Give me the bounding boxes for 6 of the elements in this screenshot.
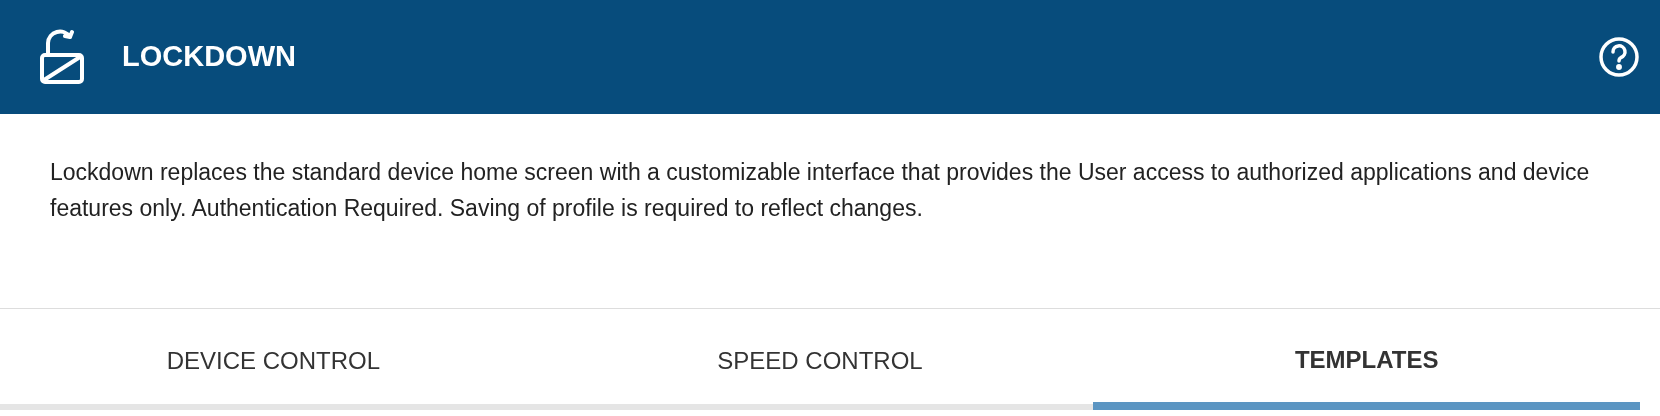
help-icon[interactable] — [1598, 36, 1640, 78]
tab[interactable]: SPEED CONTROL — [546, 309, 1094, 404]
description-text: Lockdown replaces the standard device home screen with a customizable interface that provides the User access to authorized applications and device features only. Authentication Required. Saving of profile is required to reflect changes. — [0, 114, 1660, 309]
tab[interactable]: DEVICE CONTROL — [0, 309, 547, 404]
tab[interactable]: TEMPLATES — [1093, 309, 1640, 410]
page-title: LOCKDOWN — [122, 39, 296, 75]
